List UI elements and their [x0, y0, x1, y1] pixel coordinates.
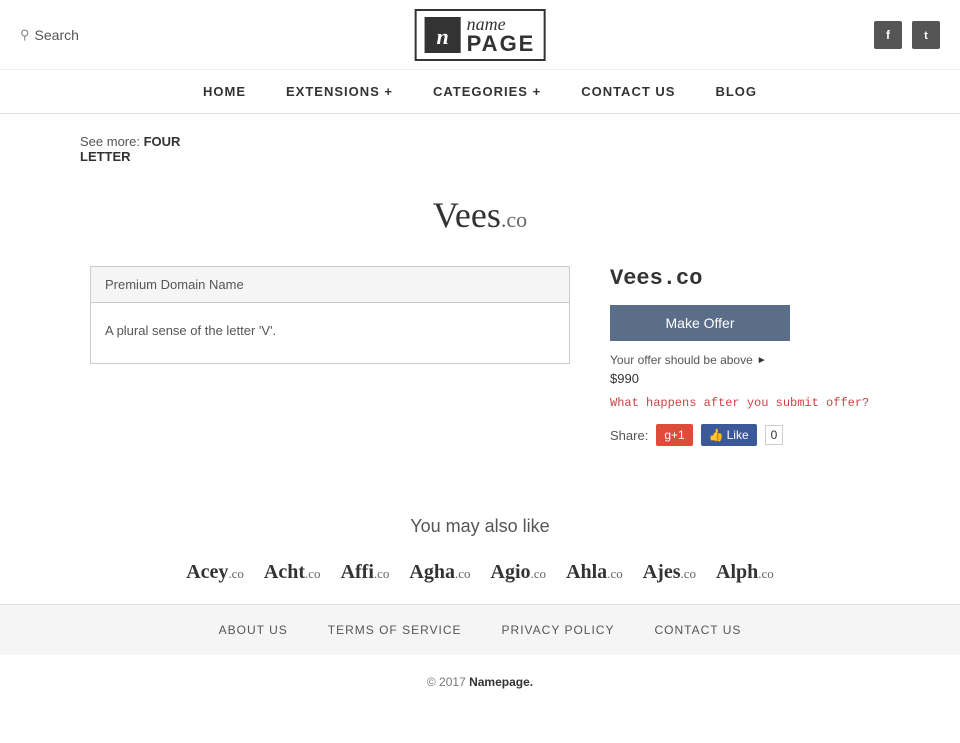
svg-text:f: f	[886, 28, 891, 42]
logo-icon: n	[425, 17, 461, 53]
copyright: © 2017	[427, 675, 466, 689]
domain-card[interactable]: Affi.co	[341, 561, 390, 584]
card-domain-name: Acey	[186, 561, 228, 583]
breadcrumb-prefix: See more:	[80, 134, 140, 149]
nav-item-extensions[interactable]: EXTENSIONS +	[286, 84, 393, 99]
breadcrumb-letter[interactable]: LETTER	[80, 149, 131, 164]
also-like-section: You may also like Acey.coAcht.coAffi.coA…	[0, 486, 960, 604]
footer-links: ABOUT US TERMS OF SERVICE PRIVACY POLICY CO…	[0, 604, 960, 655]
card-domain-ext: .co	[305, 566, 321, 581]
domain-cards: Acey.coAcht.coAffi.coAgha.coAgio.coAhla.…	[0, 561, 960, 584]
nav-item-blog[interactable]: BLOG	[715, 84, 757, 99]
domain-card[interactable]: Agha.co	[409, 561, 470, 584]
header: ⚲ Search n name PAGE f t	[0, 0, 960, 70]
footer: ABOUT US TERMS OF SERVICE PRIVACY POLICY CO…	[0, 604, 960, 709]
left-panel: Premium Domain Name A plural sense of th…	[90, 266, 570, 364]
card-domain-name: Agha	[409, 561, 455, 583]
domain-card[interactable]: Ahla.co	[566, 561, 623, 584]
domain-ext: .co	[501, 207, 527, 232]
main-content: Vees.co Premium Domain Name A plural sen…	[70, 174, 890, 486]
card-domain-ext: .co	[228, 566, 244, 581]
domain-card[interactable]: Ajes.co	[643, 561, 696, 584]
svg-text:n: n	[437, 24, 449, 49]
breadcrumb: See more: FOUR LETTER	[0, 114, 960, 174]
arrow-icon: ►	[757, 355, 767, 366]
domain-card[interactable]: Acht.co	[264, 561, 321, 584]
also-like-title: You may also like	[0, 516, 960, 537]
domain-card[interactable]: Alph.co	[716, 561, 774, 584]
card-domain-ext: .co	[607, 566, 623, 581]
card-domain-name: Acht	[264, 561, 305, 583]
domain-info-header: Premium Domain Name	[91, 267, 569, 303]
card-domain-ext: .co	[531, 566, 547, 581]
card-domain-name: Agio	[491, 561, 531, 583]
share-row: Share: g+1 👍 Like 0	[610, 424, 870, 446]
twitter-icon[interactable]: t	[912, 21, 940, 49]
domain-title: Vees.co	[90, 194, 870, 236]
nav-item-home[interactable]: HOME	[203, 84, 246, 99]
card-domain-name: Ajes	[643, 561, 681, 583]
card-domain-ext: .co	[680, 566, 696, 581]
domain-name-right: Vees.co	[610, 266, 870, 291]
social-links: f t	[874, 21, 940, 49]
offer-note: Your offer should be above ►	[610, 353, 870, 367]
fb-thumb-icon: 👍	[709, 428, 724, 442]
what-happens-link[interactable]: What happens after you submit offer?	[610, 396, 870, 410]
domain-name: Vees	[433, 195, 501, 235]
card-domain-name: Alph	[716, 561, 758, 583]
svg-text:t: t	[924, 30, 928, 42]
domain-info-box: Premium Domain Name A plural sense of th…	[90, 266, 570, 364]
footer-link[interactable]: PRIVACY POLICY	[502, 623, 615, 637]
logo-text: name PAGE	[467, 15, 536, 55]
main-nav: HOME EXTENSIONS + CATEGORIES + CONTACT U…	[0, 70, 960, 114]
card-domain-name: Affi	[341, 561, 374, 583]
share-label: Share:	[610, 428, 648, 443]
make-offer-button[interactable]: Make Offer	[610, 305, 790, 341]
footer-link[interactable]: CONTACT US	[654, 623, 741, 637]
card-domain-name: Ahla	[566, 561, 607, 583]
domain-info-body: A plural sense of the letter 'V'.	[91, 303, 569, 363]
footer-brand[interactable]: Namepage.	[469, 675, 533, 689]
card-domain-ext: .co	[455, 566, 471, 581]
search-icon: ⚲	[20, 27, 30, 43]
nav-item-contact[interactable]: CONTACT US	[581, 84, 675, 99]
card-domain-ext: .co	[758, 566, 774, 581]
facebook-like-button[interactable]: 👍 Like	[701, 424, 757, 446]
content-area: Premium Domain Name A plural sense of th…	[90, 266, 870, 446]
card-domain-ext: .co	[374, 566, 390, 581]
nav-item-categories[interactable]: CATEGORIES +	[433, 84, 541, 99]
domain-card[interactable]: Acey.co	[186, 561, 244, 584]
logo[interactable]: n name PAGE	[415, 9, 546, 61]
footer-bottom: © 2017 Namepage.	[0, 655, 960, 709]
footer-link[interactable]: TERMS OF SERVICE	[328, 623, 462, 637]
domain-card[interactable]: Agio.co	[491, 561, 547, 584]
fb-count: 0	[765, 425, 784, 445]
logo-page: PAGE	[467, 33, 536, 55]
offer-amount: $990	[610, 371, 870, 386]
search-label: Search	[35, 27, 79, 43]
search-button[interactable]: ⚲ Search	[20, 27, 79, 43]
facebook-icon[interactable]: f	[874, 21, 902, 49]
breadcrumb-four-text[interactable]: FOUR	[144, 134, 181, 149]
right-panel: Vees.co Make Offer Your offer should be …	[610, 266, 870, 446]
footer-link[interactable]: ABOUT US	[219, 623, 288, 637]
gplus-button[interactable]: g+1	[656, 424, 692, 446]
